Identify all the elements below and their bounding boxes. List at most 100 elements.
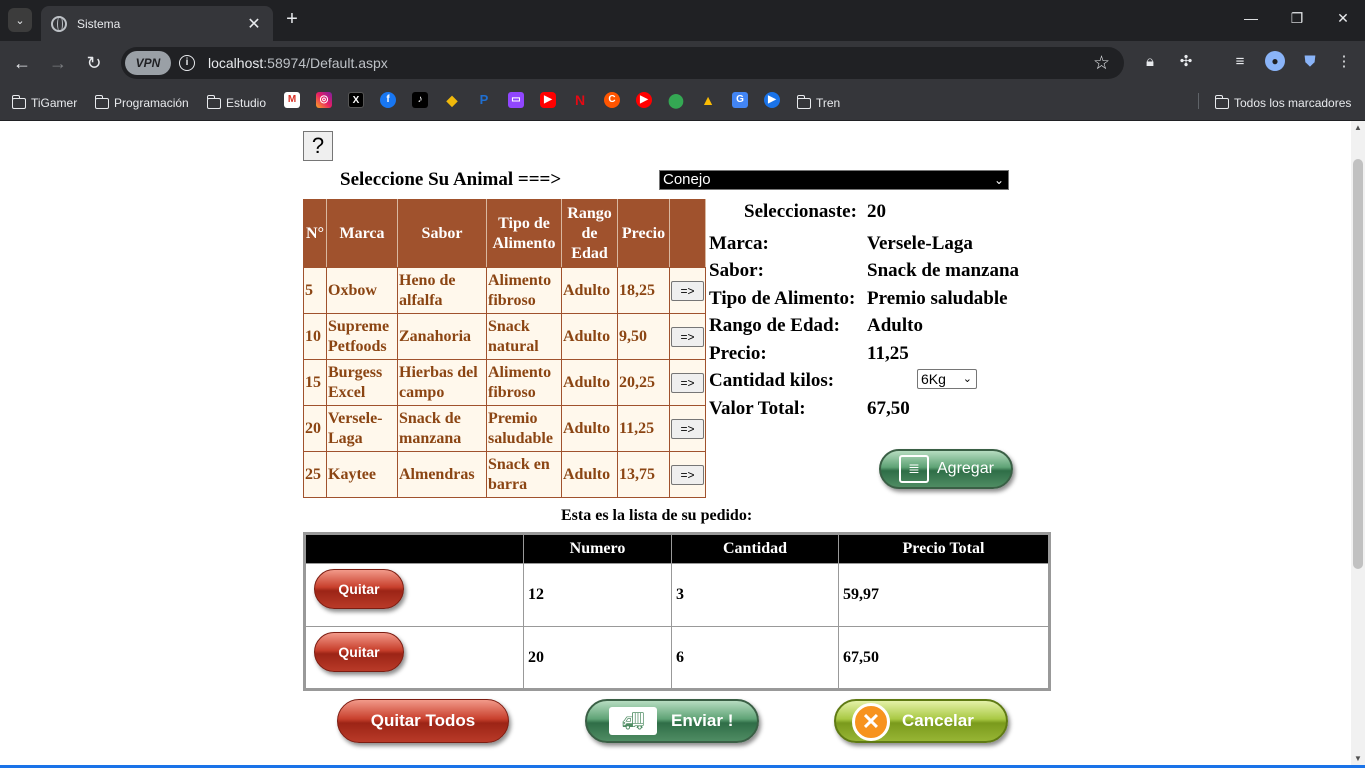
cell-action: => [669, 405, 706, 452]
cell-precio: 13,75 [617, 451, 670, 498]
cell-tipo: Snack natural [486, 313, 562, 360]
table-row: 20 Versele-Laga Snack de manzana Premio … [303, 405, 706, 452]
cell-rango: Adulto [561, 359, 618, 406]
agregar-button[interactable]: ≣ Agregar [879, 449, 1013, 489]
cell-marca: Oxbow [326, 267, 398, 314]
select-product-button[interactable]: => [671, 418, 704, 439]
folder-icon [94, 94, 109, 109]
netflix-icon[interactable]: N [572, 92, 588, 108]
forward-icon[interactable]: → [46, 51, 70, 75]
bookmark-all[interactable]: Todos los marcadores [1214, 93, 1351, 113]
animal-select[interactable]: Conejo ⌄ [659, 170, 1009, 190]
twitch-icon[interactable]: ▭ [508, 92, 524, 108]
translate-icon[interactable]: G [732, 92, 748, 108]
bookmark-folder-tigamer[interactable]: TiGamer [11, 93, 78, 113]
cell-tipo: Premio saludable [486, 405, 562, 452]
cell-marca: Versele-Laga [326, 405, 398, 452]
order-col-action [304, 533, 524, 564]
quitar-button[interactable]: Quitar [314, 632, 404, 672]
paypal-icon[interactable]: P [476, 92, 492, 108]
drive-icon[interactable]: ▲ [700, 92, 716, 108]
security-shield-icon[interactable]: ⛊ [1299, 51, 1321, 73]
maps-pin-icon[interactable]: ⬤ [668, 92, 684, 108]
crunchyroll-icon[interactable]: C [604, 92, 620, 108]
cell-num: 20 [303, 405, 327, 452]
url-text[interactable]: localhost:58974/Default.aspx [208, 55, 388, 71]
select-product-button[interactable]: => [671, 372, 704, 393]
facebook-icon[interactable]: f [380, 92, 396, 108]
bookmark-folder-tren[interactable]: Tren [796, 93, 841, 113]
truck-icon: 🚚︎ [609, 707, 657, 735]
table-row: 5 Oxbow Heno de alfalfa Alimento fibroso… [303, 267, 706, 314]
bookmark-label: TiGamer [31, 96, 78, 110]
bookmark-folder-estudio[interactable]: Estudio [206, 93, 267, 113]
menu-kebab-icon[interactable]: ⋮ [1333, 51, 1355, 73]
cell-action: => [669, 451, 706, 498]
restore-icon[interactable]: ❐ [1287, 10, 1307, 27]
instagram-icon[interactable]: ◎ [316, 92, 332, 108]
browser-chrome: ⌄ Sistema ✕ + — ❐ ✕ ← → ↻ VPN i localhos… [0, 0, 1365, 121]
cell-sabor: Hierbas del campo [397, 359, 487, 406]
col-header-sabor: Sabor [397, 199, 487, 268]
select-product-button[interactable]: => [671, 280, 704, 301]
back-icon[interactable]: ← [10, 51, 34, 75]
bookmarks-separator [1198, 93, 1199, 109]
cancelar-button[interactable]: ✕ Cancelar [834, 699, 1008, 743]
col-header-action [669, 199, 706, 268]
tab-search-icon[interactable]: ⌄ [8, 8, 32, 32]
gmail-icon[interactable]: M [284, 92, 300, 108]
reload-icon[interactable]: ↻ [82, 51, 106, 75]
close-icon[interactable]: ✕ [245, 14, 263, 34]
cantidad-select[interactable]: 6Kg ⌄ [917, 369, 977, 389]
cancel-x-icon: ✕ [852, 703, 890, 741]
bookmark-star-icon[interactable]: ☆ [1093, 52, 1110, 75]
sabor-label: Sabor: [709, 260, 764, 281]
select-animal-label: Seleccione Su Animal ===> [340, 169, 562, 190]
col-header-precio: Precio [617, 199, 670, 268]
media-queue-icon[interactable]: ≡ [1229, 51, 1251, 73]
enviar-button[interactable]: 🚚︎ Enviar ! [585, 699, 759, 743]
extensions-icon[interactable]: ✣ [1175, 51, 1197, 73]
order-cell-precio-total: 67,50 [838, 626, 1050, 690]
binance-icon[interactable]: ◆ [444, 92, 460, 108]
scroll-thumb[interactable] [1353, 159, 1363, 569]
address-bar[interactable]: VPN i localhost:58974/Default.aspx ☆ [121, 47, 1124, 79]
bookmark-label: Estudio [226, 96, 267, 110]
site-info-icon[interactable]: i [179, 55, 195, 71]
page-scrollbar[interactable]: ▲ ▼ [1351, 121, 1365, 768]
marca-value: Versele-Laga [867, 233, 973, 254]
chevron-down-icon: ⌄ [962, 373, 972, 385]
youtube-icon[interactable]: ▶ [540, 92, 556, 108]
total-value: 67,50 [867, 398, 910, 419]
add-list-icon: ≣ [899, 455, 929, 483]
quitar-todos-button[interactable]: Quitar Todos [337, 699, 509, 743]
shield-lock-icon[interactable]: 🔒︎ [1139, 51, 1161, 73]
new-tab-icon[interactable]: + [282, 8, 302, 32]
cell-action: => [669, 313, 706, 360]
tab-active[interactable]: Sistema ✕ [41, 6, 273, 41]
youtube-music-icon[interactable]: ▶ [636, 92, 652, 108]
minimize-icon[interactable]: — [1241, 10, 1261, 26]
help-button[interactable]: ? [303, 131, 333, 161]
cell-tipo: Alimento fibroso [486, 359, 562, 406]
select-product-button[interactable]: => [671, 464, 704, 485]
quitar-button[interactable]: Quitar [314, 569, 404, 609]
cell-rango: Adulto [561, 267, 618, 314]
scroll-up-icon[interactable]: ▲ [1351, 123, 1365, 135]
order-table: Numero Cantidad Precio Total Quitar 12 3… [303, 532, 1051, 691]
seleccionaste-label: Seleccionaste: [744, 201, 857, 222]
bookmark-label: Tren [816, 96, 841, 110]
col-header-tipo: Tipo de Alimento [486, 199, 562, 268]
window-close-icon[interactable]: ✕ [1333, 10, 1353, 27]
bookmark-folder-programacion[interactable]: Programación [94, 93, 189, 113]
cell-sabor: Heno de alfalfa [397, 267, 487, 314]
select-product-button[interactable]: => [671, 326, 704, 347]
profile-avatar-icon[interactable]: ● [1265, 51, 1285, 71]
folder-icon [796, 94, 811, 109]
x-icon[interactable]: X [348, 92, 364, 108]
tab-strip: ⌄ Sistema ✕ + — ❐ ✕ [0, 0, 1365, 41]
tiktok-icon[interactable]: ♪ [412, 92, 428, 108]
vpn-badge[interactable]: VPN [125, 51, 171, 75]
play-icon[interactable]: ▶ [764, 92, 780, 108]
cancelar-label: Cancelar [902, 711, 974, 730]
